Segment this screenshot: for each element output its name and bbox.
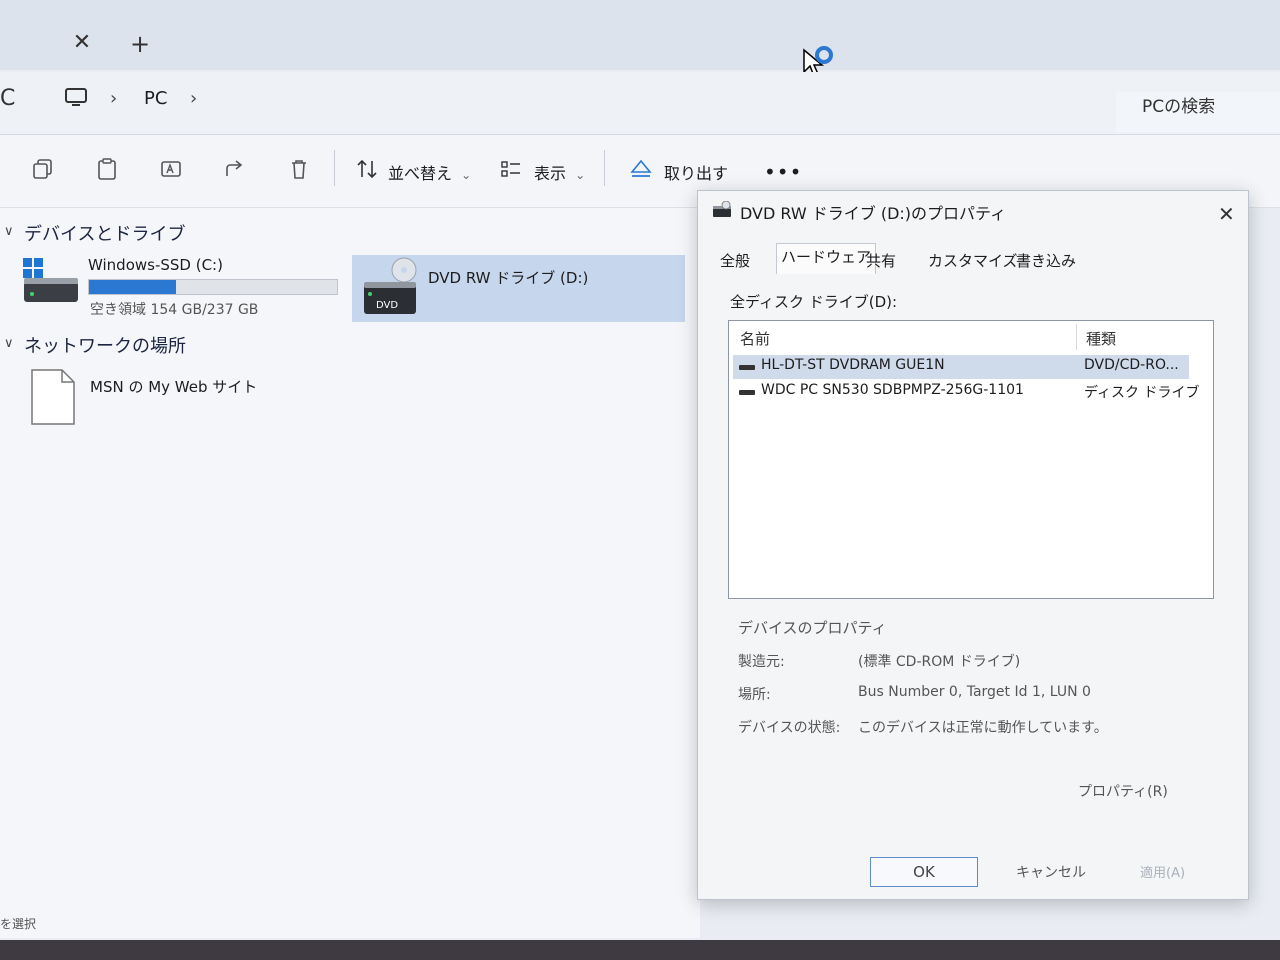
section-network-header[interactable]: ネットワークの場所 [24,332,186,358]
tab-hardware[interactable]: ハードウェア [776,243,877,274]
view-label: 表示 [534,164,567,183]
windows-drive-icon [23,258,78,302]
sort-label: 並べ替え [388,164,453,183]
manufacturer-label: 製造元: [738,654,785,670]
copy-icon[interactable] [32,158,54,180]
list-item-name: HL-DT-ST DVDRAM GUE1N [761,357,945,373]
share-icon[interactable] [224,158,246,180]
device-status-value: このデバイスは正常に動作しています。 [858,720,1108,736]
breadcrumb-expand[interactable]: › [190,88,197,109]
list-item-type: DVD/CD-RO... [1084,357,1179,373]
eject-button[interactable]: 取り出す [664,160,728,184]
list-item[interactable]: HL-DT-ST DVDRAM GUE1N DVD/CD-RO... [733,355,1189,379]
refresh-button[interactable]: C [0,86,15,111]
view-button[interactable]: 表示 ⌄ [534,160,585,184]
dvd-badge: DVD [376,300,399,311]
toolbar-divider [334,150,335,186]
chevron-down-icon[interactable]: ∨ [4,336,14,351]
search-input[interactable]: PCの検索 [1116,92,1280,132]
tab-general[interactable]: 全般 [716,248,754,273]
dialog-title: DVD RW ドライブ (D:)のプロパティ [740,204,1007,223]
chevron-down-icon: ⌄ [575,168,586,182]
chevron-down-icon[interactable]: ∨ [4,224,14,239]
sort-button[interactable]: 並べ替え ⌄ [388,160,471,184]
paste-icon[interactable] [96,158,118,180]
computer-icon[interactable] [64,88,88,108]
apply-button[interactable]: 適用(A) [1140,862,1185,881]
delete-icon[interactable] [288,158,310,180]
drive-c-usage-bar [88,279,338,295]
drive-c-free-space: 空き領域 154 GB/237 GB [90,302,259,318]
tab-recording[interactable]: 書き込み [1012,248,1080,273]
location-label: 場所: [738,687,771,703]
dialog-close-button[interactable]: ✕ [1218,202,1235,226]
properties-button[interactable]: プロパティ(R) [1078,781,1168,801]
location-value: Bus Number 0, Target Id 1, LUN 0 [858,684,1091,700]
chevron-down-icon: ⌄ [461,168,472,182]
dvd-drive-icon [713,201,731,217]
sort-icon [357,159,377,179]
eject-icon [630,159,652,177]
drive-d-name: DVD RW ドライブ (D:) [428,269,589,287]
drive-icon [739,390,755,395]
section-devices-header[interactable]: デバイスとドライブ [24,220,185,246]
drive-c-usage-fill [89,280,176,294]
ok-button[interactable]: OK [870,857,978,887]
toolbar-divider [604,150,605,186]
view-icon [501,161,520,177]
breadcrumb-pc[interactable]: PC [144,88,167,109]
tab-customize[interactable]: カスタマイズ [924,248,1022,273]
network-item-label: MSN の My Web サイト [90,378,258,396]
tab-close-button[interactable]: ✕ [70,30,94,58]
tab-sharing[interactable]: 共有 [862,248,900,273]
column-divider[interactable] [1076,324,1077,350]
new-tab-button[interactable]: + [128,30,152,58]
list-item-name: WDC PC SN530 SDBPMPZ-256G-1101 [761,382,1024,398]
tab-bar [0,0,1280,70]
rename-icon[interactable] [160,158,182,180]
file-icon [31,369,75,425]
device-properties-heading: デバイスのプロパティ [738,619,887,637]
screen-bezel [0,940,1280,960]
drive-c-name: Windows-SSD (C:) [88,256,223,274]
drive-icon [739,365,755,370]
device-status-label: デバイスの状態: [738,720,841,736]
status-bar-text: を選択 [0,917,37,931]
list-item-type: ディスク ドライブ [1084,385,1200,401]
all-drives-label: 全ディスク ドライブ(D): [730,293,898,311]
cancel-button[interactable]: キャンセル [1016,862,1086,882]
list-item[interactable]: WDC PC SN530 SDBPMPZ-256G-1101 ディスク ドライブ [733,380,1199,404]
more-options-button[interactable]: ••• [764,160,802,184]
column-header-type[interactable]: 種類 [1086,328,1116,349]
manufacturer-value: (標準 CD-ROM ドライブ) [858,654,1021,670]
column-header-name[interactable]: 名前 [740,328,770,349]
breadcrumb-separator[interactable]: › [110,88,117,109]
